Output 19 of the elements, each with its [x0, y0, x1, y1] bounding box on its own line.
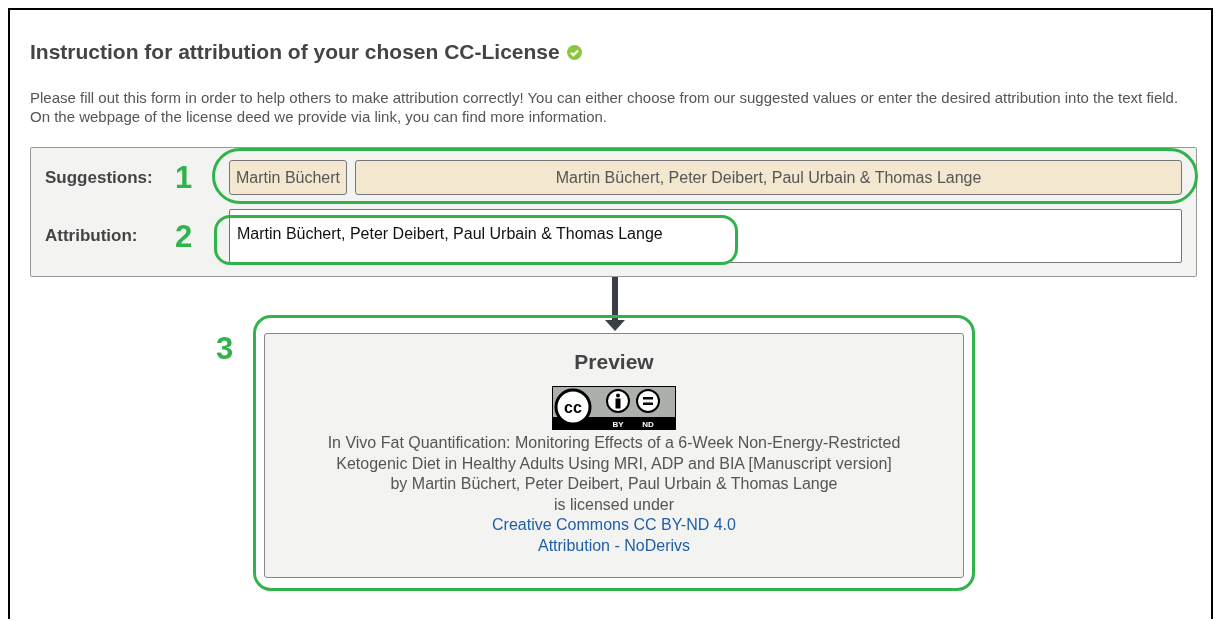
suggestions-label: Suggestions:	[45, 167, 154, 188]
preview-text: by Martin Büchert, Peter Deibert, Paul Urbain & Thomas Lange	[390, 474, 838, 494]
preview-text: In Vivo Fat Quantification: Monitoring Effects of a 6-Week Non-Energy-Restricted	[327, 433, 901, 453]
license-link[interactable]: Creative Commons CC BY-ND 4.0	[492, 515, 736, 536]
annotation-number: 1	[175, 162, 194, 193]
annotation-number: 2	[175, 220, 194, 252]
intro-text: Please fill out this form in order to help others to make attribution correctly! You can either choose from our suggested values or enter the desired attribution into the text field. On the webpage of the license deed we provide via link, you can find more information.	[30, 88, 1180, 126]
preview-text: Ketogenic Diet in Healthy Adults Using MRI, ADP and BIA [Manuscript version]	[336, 453, 892, 474]
suggestion-chip[interactable]: Martin Büchert, Peter Deibert, Paul Urbain & Thomas Lange	[355, 160, 1182, 195]
annotation-number: 3	[216, 333, 235, 364]
preview-text: is licensed under	[553, 494, 675, 515]
arrow-down	[605, 277, 625, 331]
suggestion-chip[interactable]: Martin Büchert	[229, 160, 348, 195]
license-link[interactable]: Attribution - NoDerivs	[537, 535, 690, 556]
license-badge: cc BY ND	[552, 386, 676, 430]
attribution-field[interactable]: Martin Büchert, Peter Deibert, Paul Urbain & Thomas Lange	[229, 209, 1182, 263]
page-title: Instruction for attribution of your chosen CC-License	[30, 40, 560, 64]
attribution-label: Attribution:	[45, 226, 139, 246]
preview-title: Preview	[574, 350, 654, 374]
